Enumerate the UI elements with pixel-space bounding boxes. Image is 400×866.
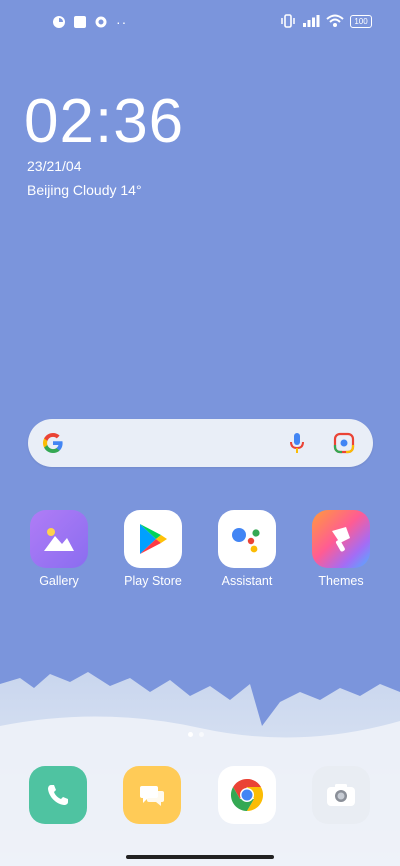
google-search-bar[interactable] bbox=[28, 419, 373, 467]
play-store-icon bbox=[124, 510, 182, 568]
themes-icon bbox=[312, 510, 370, 568]
home-gesture-bar[interactable] bbox=[126, 855, 274, 859]
battery-icon: 100 bbox=[350, 14, 372, 28]
page-indicator bbox=[188, 732, 204, 737]
app-label: Gallery bbox=[39, 574, 79, 588]
google-lens-icon[interactable] bbox=[332, 431, 356, 455]
app-play-store[interactable]: Play Store bbox=[108, 510, 198, 588]
stop-icon bbox=[74, 16, 86, 28]
chrome-icon[interactable] bbox=[218, 766, 276, 824]
gallery-icon bbox=[30, 510, 88, 568]
google-g-icon bbox=[43, 433, 63, 453]
app-label: Themes bbox=[318, 574, 364, 588]
microphone-icon[interactable] bbox=[289, 431, 305, 455]
app-label: Assistant bbox=[221, 574, 273, 588]
signal-icon bbox=[303, 15, 320, 27]
settings-icon bbox=[95, 16, 107, 28]
wifi-icon bbox=[326, 14, 344, 27]
messages-icon[interactable] bbox=[123, 766, 181, 824]
clock-time[interactable]: 02:36 bbox=[24, 86, 184, 157]
vibrate-icon bbox=[281, 14, 295, 28]
more-status-dots: ·· bbox=[116, 14, 128, 30]
app-assistant[interactable]: Assistant bbox=[202, 510, 292, 588]
phone-icon[interactable] bbox=[29, 766, 87, 824]
clock-date[interactable]: 23/21/04 bbox=[27, 158, 82, 174]
app-gallery[interactable]: Gallery bbox=[14, 510, 104, 588]
app-label: Play Store bbox=[124, 574, 182, 588]
page-dot-active bbox=[188, 732, 193, 737]
status-bar: ·· 100 bbox=[0, 10, 400, 36]
dock bbox=[0, 766, 400, 826]
app-themes[interactable]: Themes bbox=[296, 510, 386, 588]
app-notification-icon bbox=[53, 16, 65, 28]
weather-text[interactable]: Beijing Cloudy 14° bbox=[27, 182, 142, 198]
assistant-icon bbox=[218, 510, 276, 568]
home-app-row: Gallery Play Store Assistant Themes bbox=[0, 510, 400, 600]
page-dot bbox=[199, 732, 204, 737]
battery-level: 100 bbox=[354, 16, 368, 26]
camera-icon[interactable] bbox=[312, 766, 370, 824]
